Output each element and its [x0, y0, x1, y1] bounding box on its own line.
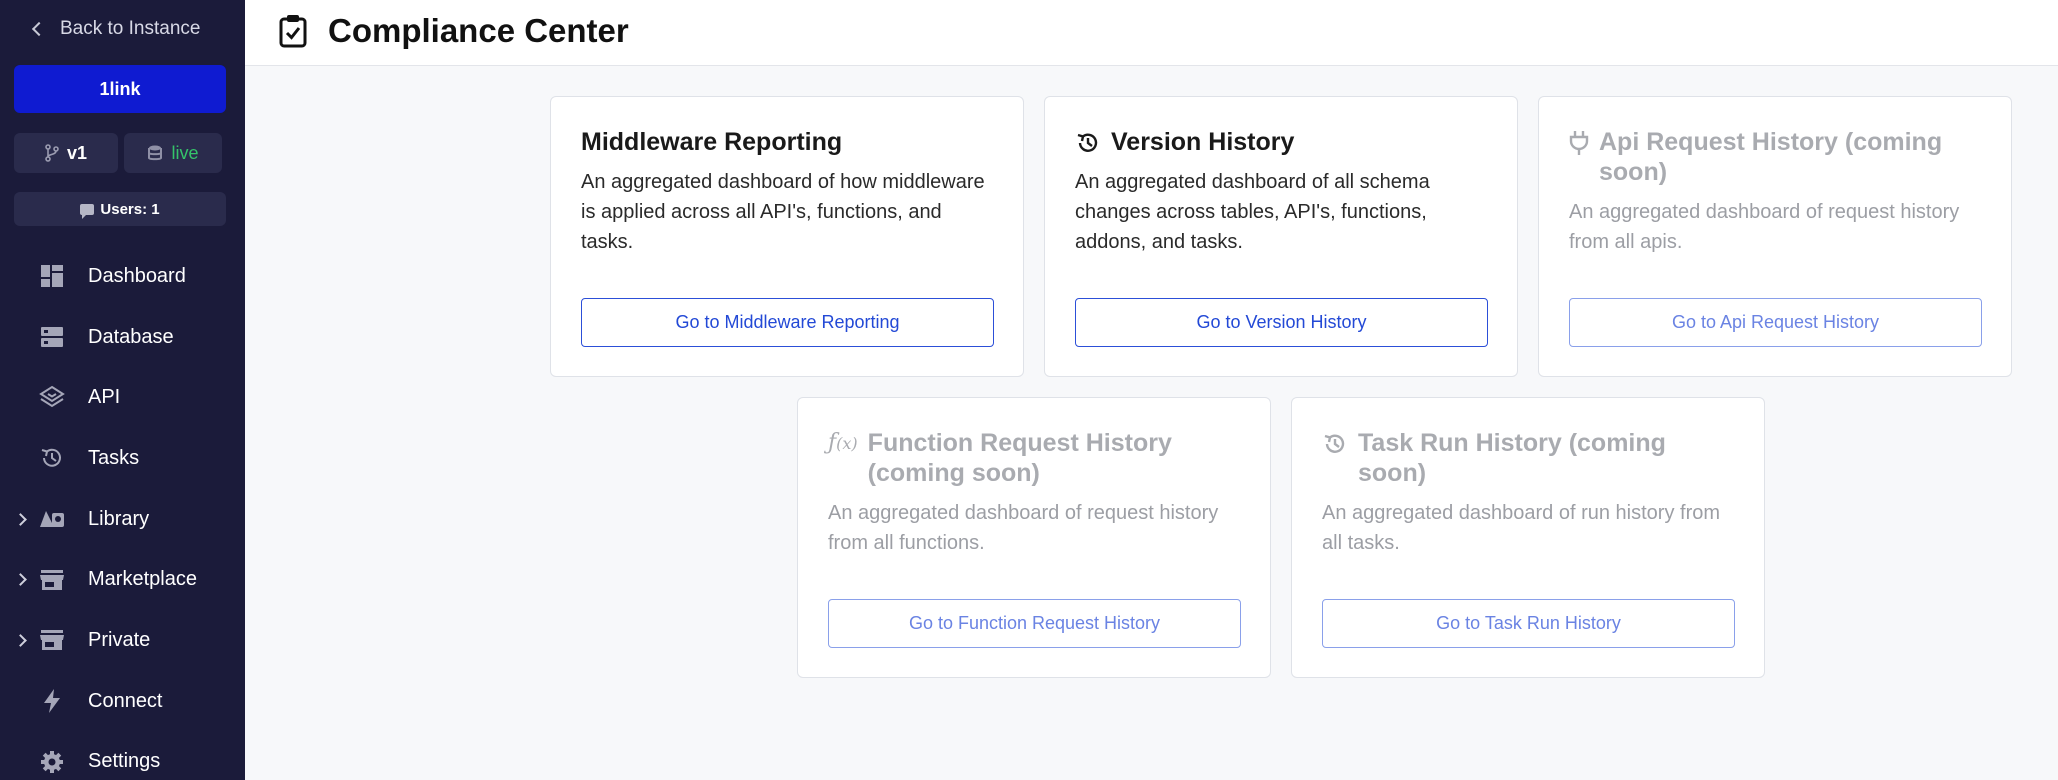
sidebar-item-label: Database [88, 325, 174, 348]
chat-bubble-icon [80, 203, 95, 219]
card-title-text: Api Request History (coming soon) [1599, 128, 1943, 186]
chevron-right-icon [14, 512, 27, 526]
go-to-task-run-history-button[interactable]: Go to Task Run History [1322, 599, 1735, 648]
sidebar-item-label: Dashboard [88, 264, 186, 287]
sidebar-item-label: Settings [88, 750, 161, 773]
card-middleware-reporting: Middleware Reporting An aggregated dashb… [550, 96, 1024, 377]
database-stack-icon [148, 145, 163, 161]
history-icon [1075, 130, 1101, 163]
sidebar: Back to Instance 1link v1 live Users: 1 … [0, 0, 245, 780]
store-icon [38, 566, 66, 594]
card-function-request-history: ƒ(x) Function Request History (coming so… [797, 397, 1271, 678]
sidebar-item-label: Library [88, 507, 150, 530]
card-title-text: Function Request History (coming soon) [867, 429, 1172, 487]
api-icon [38, 384, 66, 412]
page-title: Compliance Center [328, 12, 629, 49]
branch-selector[interactable]: v1 [14, 133, 118, 173]
card-description: An aggregated dashboard of run history f… [1322, 502, 1721, 554]
back-label: Back to Instance [60, 18, 201, 39]
sidebar-item-library[interactable]: Library [0, 489, 245, 550]
store-icon [38, 626, 66, 654]
chevron-right-icon [14, 573, 27, 587]
card-version-history: Version History An aggregated dashboard … [1044, 96, 1518, 377]
sidebar-item-label: Connect [88, 689, 163, 712]
card-title: Version History [1075, 127, 1490, 163]
gear-icon [38, 748, 66, 776]
environment-selector[interactable]: live [124, 133, 222, 173]
function-icon: ƒ(x) [828, 430, 858, 455]
library-icon [38, 505, 66, 533]
sidebar-item-api[interactable]: API [0, 367, 245, 428]
go-to-function-request-history-button[interactable]: Go to Function Request History [828, 599, 1241, 648]
back-to-instance-link[interactable]: Back to Instance [30, 18, 200, 40]
card-task-run-history: Task Run History (coming soon) An aggreg… [1291, 397, 1765, 678]
chevron-right-icon [14, 634, 27, 647]
branch-label: v1 [66, 142, 88, 163]
sidebar-item-label: API [88, 386, 121, 409]
users-label: Users: 1 [100, 200, 160, 218]
sidebar-item-private[interactable]: Private [0, 610, 245, 671]
dashboard-icon [38, 262, 66, 290]
database-icon [38, 323, 66, 351]
card-api-request-history: Api Request History (coming soon) An agg… [1538, 96, 2012, 377]
sidebar-item-dashboard[interactable]: Dashboard [0, 246, 245, 307]
history-icon [38, 444, 66, 472]
environment-label: live [171, 142, 199, 163]
sidebar-item-settings[interactable]: Settings [0, 732, 245, 780]
card-description: An aggregated dashboard of request histo… [1569, 201, 1960, 253]
branch-icon [45, 144, 59, 162]
sidebar-item-marketplace[interactable]: Marketplace [0, 549, 245, 610]
instance-button[interactable]: 1link [14, 65, 226, 113]
card-title: Api Request History (coming soon) [1569, 127, 1984, 187]
sidebar-item-connect[interactable]: Connect [0, 671, 245, 732]
users-indicator: Users: 1 [14, 192, 226, 226]
history-icon [1322, 431, 1348, 488]
card-description: An aggregated dashboard of all schema ch… [1075, 171, 1430, 253]
clipboard-check-icon [279, 14, 307, 53]
bolt-icon [38, 687, 66, 715]
card-title: Task Run History (coming soon) [1322, 428, 1737, 488]
sidebar-item-database[interactable]: Database [0, 307, 245, 368]
card-description: An aggregated dashboard of request histo… [828, 502, 1219, 554]
card-title: Middleware Reporting [581, 127, 996, 157]
card-description: An aggregated dashboard of how middlewar… [581, 171, 985, 253]
card-title-text: Version History [1111, 128, 1295, 156]
sidebar-nav: Dashboard Database API Tasks Library Mar… [0, 246, 245, 780]
page-header: Compliance Center [245, 0, 2058, 66]
go-to-version-history-button[interactable]: Go to Version History [1075, 298, 1488, 347]
go-to-middleware-reporting-button[interactable]: Go to Middleware Reporting [581, 298, 994, 347]
go-to-api-request-history-button[interactable]: Go to Api Request History [1569, 298, 1982, 347]
sidebar-item-label: Private [88, 628, 151, 651]
card-title-text: Task Run History (coming soon) [1358, 429, 1666, 487]
sidebar-item-label: Marketplace [88, 568, 197, 591]
card-title: ƒ(x) Function Request History (coming so… [828, 428, 1243, 488]
plug-icon [1569, 130, 1589, 187]
sidebar-item-tasks[interactable]: Tasks [0, 428, 245, 489]
sidebar-item-label: Tasks [88, 446, 140, 469]
chevron-left-icon [31, 21, 47, 37]
card-title-text: Middleware Reporting [581, 128, 843, 156]
